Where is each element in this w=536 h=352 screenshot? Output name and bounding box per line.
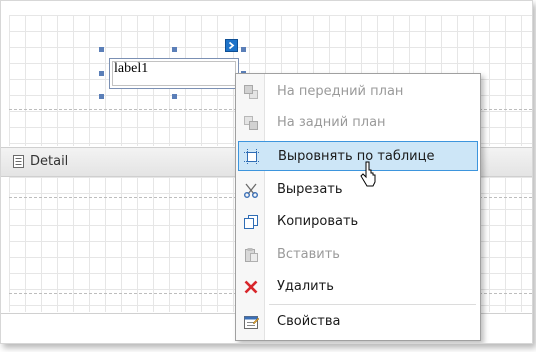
menu-item-properties[interactable]: Свойства — [238, 307, 478, 337]
context-menu: На передний план На задний план Выровнят… — [235, 73, 481, 341]
menu-item-label: Свойства — [277, 314, 341, 329]
selection-handle[interactable] — [99, 47, 104, 52]
menu-item-copy[interactable]: Копировать — [238, 207, 478, 237]
menu-item-send-to-back[interactable]: На задний план — [238, 108, 478, 138]
menu-item-delete[interactable]: Удалить — [238, 272, 478, 302]
selection-handle[interactable] — [99, 94, 104, 99]
send-to-back-icon — [244, 116, 258, 130]
chevron-right-icon — [228, 41, 235, 50]
mouse-pointer-icon — [360, 161, 376, 187]
menu-item-label: Выровнять по таблице — [278, 149, 435, 164]
selection-handle[interactable] — [241, 47, 246, 52]
menu-item-label: Вставить — [277, 247, 340, 262]
menu-item-label: На передний план — [277, 84, 404, 99]
menu-item-bring-to-front[interactable]: На передний план — [238, 77, 478, 107]
menu-item-cut[interactable]: Вырезать — [238, 175, 478, 205]
menu-item-label: Вырезать — [277, 182, 343, 197]
menu-separator — [269, 304, 476, 305]
menu-item-align-to-grid[interactable]: Выровнять по таблице — [238, 141, 478, 171]
copy-icon — [244, 215, 258, 229]
smart-tag-button[interactable] — [225, 39, 238, 52]
menu-item-label: Удалить — [277, 279, 334, 294]
design-surface[interactable]: Detail label1 На передний план На задний… — [0, 0, 533, 344]
report-designer: Detail label1 На передний план На задний… — [0, 0, 536, 352]
bring-to-front-icon — [244, 85, 258, 99]
selection-handle[interactable] — [172, 94, 177, 99]
align-to-grid-icon — [244, 149, 260, 165]
paste-icon — [245, 248, 258, 262]
properties-icon — [244, 316, 259, 329]
label-control-text: label1 — [114, 61, 149, 76]
menu-item-label: Копировать — [277, 214, 359, 229]
selection-handle[interactable] — [172, 47, 177, 52]
menu-item-paste[interactable]: Вставить — [238, 240, 478, 270]
cut-icon — [244, 183, 258, 198]
delete-icon — [244, 280, 258, 294]
detail-band-label: Detail — [30, 154, 69, 169]
label-control[interactable]: label1 — [109, 58, 239, 89]
selection-handle[interactable] — [99, 71, 104, 76]
menu-item-label: На задний план — [277, 115, 386, 130]
band-icon — [13, 155, 24, 168]
